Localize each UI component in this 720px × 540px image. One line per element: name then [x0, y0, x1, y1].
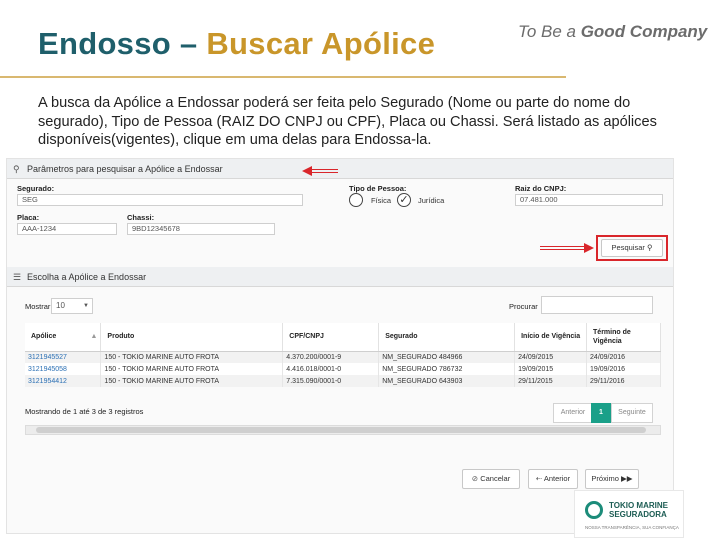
check-icon: ✓	[399, 194, 409, 206]
cell-produto: 150 - TOKIO MARINE AUTO FROTA	[100, 351, 284, 363]
cell-produto: 150 - TOKIO MARINE AUTO FROTA	[100, 363, 284, 375]
table-row[interactable]: 3121945527 150 - TOKIO MARINE AUTO FROTA…	[25, 351, 661, 363]
col-termino-vigencia[interactable]: Término de Vigência	[586, 323, 661, 352]
col-cpf-cnpj[interactable]: CPF/CNPJ	[282, 323, 380, 352]
app-screenshot: ⚲ Parâmetros para pesquisar a Apólice a E…	[6, 158, 674, 534]
mostrar-label: Mostrar	[25, 302, 51, 311]
radio-fisica[interactable]	[349, 193, 363, 207]
records-footer: Mostrando de 1 até 3 de 3 registros	[25, 407, 144, 416]
cell-apolice[interactable]: 3121945527	[25, 351, 102, 363]
raiz-cnpj-label: Raiz do CNPJ:	[515, 184, 567, 193]
callout-arrow-pesquisar	[540, 243, 594, 253]
back-button[interactable]: ⇠ Anterior	[528, 469, 578, 489]
raiz-cnpj-input[interactable]: 07.481.000	[515, 194, 663, 206]
back-icon: ⇠	[535, 474, 543, 483]
placa-label: Placa:	[17, 213, 40, 222]
pesquisar-button[interactable]: Pesquisar ⚲	[601, 239, 663, 257]
radio-juridica-label: Jurídica	[418, 196, 445, 205]
scrollbar-thumb[interactable]	[36, 427, 646, 433]
results-panel-header: ☰ Escolha a Apólice a Endossar	[7, 267, 673, 287]
logo-subtitle: NOSSA TRANSPARÊNCIA, SUA CONFIANÇA	[585, 525, 679, 530]
page-size-value: 10	[56, 301, 65, 310]
cell-segurado: NM_SEGURADO 643903	[378, 375, 516, 387]
chassi-label: Chassi:	[127, 213, 155, 222]
col-apolice[interactable]: Apólice ▲	[25, 323, 102, 352]
table-header-row: Apólice ▲ Produto CPF/CNPJ Segurado Iníc…	[25, 323, 661, 352]
chassi-input[interactable]: 9BD12345678	[127, 223, 275, 235]
cell-termino: 29/11/2016	[586, 375, 661, 387]
table-row[interactable]: 3121954412 150 - TOKIO MARINE AUTO FROTA…	[25, 375, 661, 387]
search-icon: ⚲	[646, 243, 653, 252]
segurado-input[interactable]: SEG	[17, 194, 303, 206]
cell-cpf-cnpj: 4.370.200/0001-9	[282, 351, 380, 363]
logo-name-line2: SEGURADORA	[609, 510, 667, 519]
logo-name: TOKIO MARINE SEGURADORA	[609, 501, 668, 519]
search-panel-title: Parâmetros para pesquisar a Apólice a En…	[27, 164, 223, 174]
cancel-icon: ⊘	[471, 474, 479, 483]
col-apolice-label: Apólice	[31, 333, 57, 341]
page-size-select[interactable]: 10 ▼	[51, 298, 93, 314]
title-divider	[0, 76, 566, 78]
placa-input[interactable]: AAA-1234	[17, 223, 117, 235]
slide-title: Endosso – Buscar Apólice	[38, 26, 435, 62]
pagination-prev[interactable]: Anterior	[553, 403, 593, 423]
cancel-button[interactable]: ⊘ Cancelar	[462, 469, 520, 489]
tipo-pessoa-label: Tipo de Pessoa:	[349, 184, 407, 193]
horizontal-scrollbar[interactable]	[25, 425, 661, 435]
next-button[interactable]: Próximo ▶▶	[585, 469, 639, 489]
sort-icon: ▲	[90, 333, 98, 341]
cell-segurado: NM_SEGURADO 484966	[378, 351, 516, 363]
col-segurado[interactable]: Segurado	[378, 323, 516, 352]
logo-name-line1: TOKIO MARINE	[609, 501, 668, 510]
next-label: Próximo	[591, 474, 619, 483]
tagline-bold: Good Company	[580, 22, 708, 41]
procurar-input[interactable]	[541, 296, 653, 314]
table-row[interactable]: 3121945058 150 - TOKIO MARINE AUTO FROTA…	[25, 363, 661, 375]
segurado-label: Segurado:	[17, 184, 55, 193]
col-inicio-vigencia[interactable]: Início de Vigência	[514, 323, 588, 352]
list-icon: ☰	[13, 272, 22, 282]
slide-title-part2: Buscar Apólice	[206, 26, 436, 61]
cell-inicio: 29/11/2015	[514, 375, 588, 387]
pagination-page-1[interactable]: 1	[591, 403, 611, 423]
apolice-table: Apólice ▲ Produto CPF/CNPJ Segurado Iníc…	[25, 323, 661, 387]
cell-cpf-cnpj: 4.416.018/0001-0	[282, 363, 380, 375]
cell-inicio: 19/09/2015	[514, 363, 588, 375]
cell-apolice[interactable]: 3121954412	[25, 375, 102, 387]
cell-termino: 24/09/2016	[586, 351, 661, 363]
col-produto[interactable]: Produto	[100, 323, 284, 352]
chevron-down-icon: ▼	[83, 303, 89, 309]
cell-inicio: 24/09/2015	[514, 351, 588, 363]
results-panel-title: Escolha a Apólice a Endossar	[27, 272, 147, 282]
pesquisar-label: Pesquisar	[611, 243, 645, 252]
slide-description: A busca da Apólice a Endossar poderá ser…	[38, 95, 657, 148]
pagination-next[interactable]: Seguinte	[611, 403, 653, 423]
search-icon: ⚲	[13, 164, 20, 174]
cell-segurado: NM_SEGURADO 786732	[378, 363, 516, 375]
radio-fisica-label: Física	[371, 196, 392, 205]
tokio-marine-mark-icon	[585, 501, 603, 519]
cancel-label: Cancelar	[480, 474, 511, 483]
callout-arrow-search-params	[302, 166, 338, 176]
procurar-label: Procurar	[509, 302, 538, 311]
tokio-marine-logo: TOKIO MARINE SEGURADORA NOSSA TRANSPARÊN…	[574, 490, 684, 538]
cell-cpf-cnpj: 7.315.090/0001-0	[282, 375, 380, 387]
tagline-regular: To Be a	[518, 22, 581, 41]
tagline: To Be a Good Company	[518, 22, 707, 42]
slide-title-part1: Endosso –	[38, 26, 207, 61]
cell-apolice[interactable]: 3121945058	[25, 363, 102, 375]
cell-produto: 150 - TOKIO MARINE AUTO FROTA	[100, 375, 284, 387]
back-label: Anterior	[543, 474, 571, 483]
cell-termino: 19/09/2016	[586, 363, 661, 375]
forward-icon: ▶▶	[621, 474, 633, 483]
search-panel-header: ⚲ Parâmetros para pesquisar a Apólice a E…	[7, 159, 673, 179]
